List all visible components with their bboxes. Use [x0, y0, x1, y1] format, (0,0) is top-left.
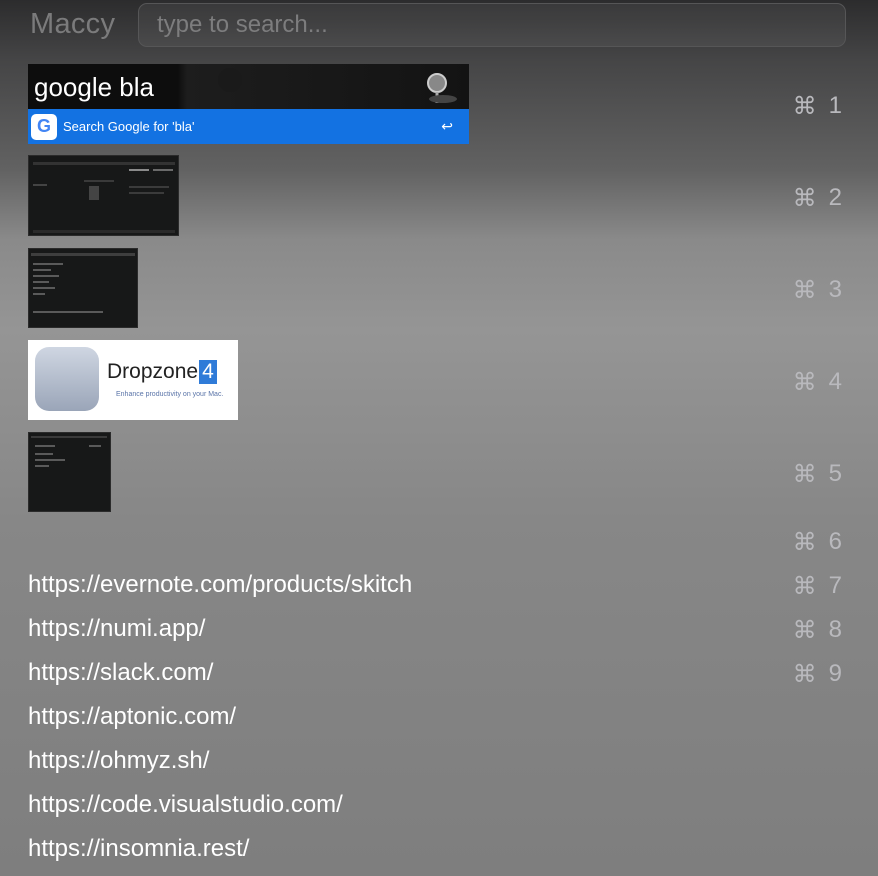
shortcut-7: ⌘ 7 [792, 572, 842, 600]
history-item-4-image[interactable]: Dropzone 4 Enhance productivity on your M… [28, 340, 238, 420]
history-item-url[interactable]: https://code.visualstudio.com/ [28, 791, 343, 819]
decorative-circle [218, 68, 242, 92]
history-item-url[interactable]: https://numi.app/ [28, 615, 205, 643]
spotlight-query: google bla [34, 72, 154, 102]
dropzone-app-icon [35, 347, 99, 411]
shortcut-1: ⌘ 1 [792, 92, 842, 120]
spotlight-result: G Search Google for 'bla' ↩ [28, 109, 469, 144]
history-item-url[interactable]: https://insomnia.rest/ [28, 835, 249, 863]
shortcut-3: ⌘ 3 [792, 276, 842, 304]
magnifier-icon [427, 73, 457, 103]
shortcut-4: ⌘ 4 [792, 368, 842, 396]
history-item-url[interactable]: https://slack.com/ [28, 659, 213, 687]
shortcut-2: ⌘ 2 [792, 184, 842, 212]
shortcut-6: ⌘ 6 [792, 528, 842, 556]
history-item-url[interactable]: https://ohmyz.sh/ [28, 747, 209, 775]
dropzone-tagline: Enhance productivity on your Mac. [116, 391, 224, 398]
return-icon: ↩ [441, 118, 453, 134]
history-item-5-image[interactable] [28, 432, 111, 512]
shortcut-8: ⌘ 8 [792, 616, 842, 644]
history-item-url[interactable]: https://evernote.com/products/skitch [28, 571, 412, 599]
app-title: Maccy [30, 8, 116, 40]
history-item-url[interactable]: https://aptonic.com/ [28, 703, 236, 731]
spotlight-bar: google bla [28, 64, 469, 109]
dropzone-title: Dropzone 4 [107, 360, 217, 384]
shortcut-9: ⌘ 9 [792, 660, 842, 688]
history-item-1-image[interactable]: google bla G Search Google for 'bla' ↩ [28, 64, 469, 144]
spotlight-result-text: Search Google for 'bla' [63, 119, 195, 134]
header: Maccy [0, 0, 878, 56]
history-item-3-image[interactable] [28, 248, 138, 328]
search-input[interactable] [139, 4, 845, 46]
shortcut-5: ⌘ 5 [792, 460, 842, 488]
google-icon: G [31, 113, 57, 140]
search-box[interactable] [138, 3, 846, 47]
history-item-2-image[interactable] [28, 155, 179, 236]
